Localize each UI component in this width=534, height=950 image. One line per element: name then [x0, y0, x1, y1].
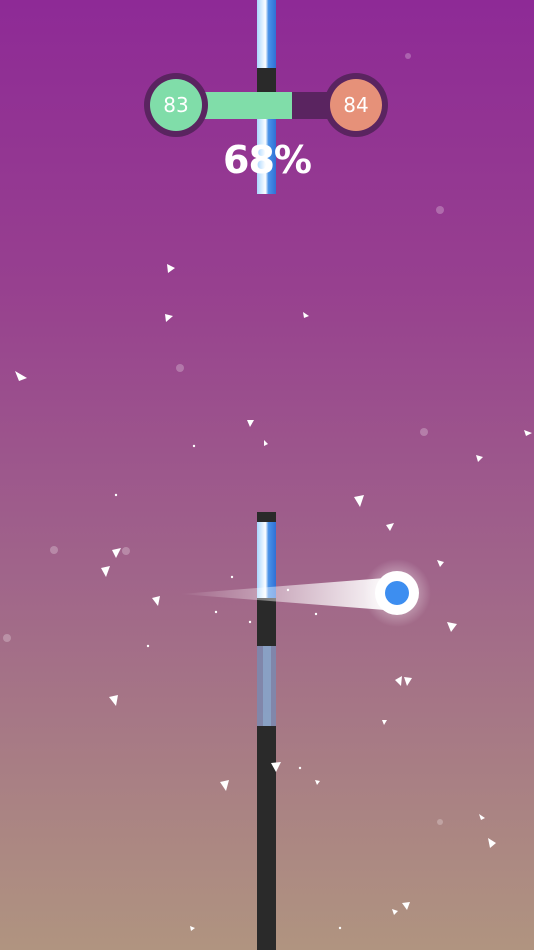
triangle-shard-icon — [395, 676, 402, 686]
next-level-badge: 84 — [324, 73, 388, 137]
next-level-number: 84 — [330, 79, 382, 131]
triangle-shard-icon — [315, 780, 320, 785]
ball-icon — [363, 559, 431, 627]
triangle-shard-icon — [476, 455, 483, 462]
triangle-shard-icon — [220, 780, 229, 791]
triangle-shard-icon — [101, 566, 110, 577]
triangle-shard-icon — [167, 264, 175, 273]
triangle-shard-icon — [264, 440, 268, 446]
triangle-shard-icon — [354, 495, 364, 507]
triangle-shard-icon — [303, 312, 309, 318]
triangle-shard-icon — [112, 548, 121, 558]
triangle-shard-icon — [165, 314, 173, 322]
triangle-shard-icon — [479, 814, 485, 820]
triangle-shard-icon — [382, 720, 387, 725]
current-level-number: 83 — [150, 79, 202, 131]
triangle-shard-icon — [392, 909, 398, 915]
triangle-shard-icon — [109, 695, 118, 706]
triangle-shard-icon — [190, 926, 195, 931]
current-level-badge: 83 — [144, 73, 208, 137]
triangle-shard-icon — [247, 420, 254, 427]
triangle-shard-icon — [447, 622, 457, 632]
triangle-shard-icon — [404, 677, 412, 686]
bottom-pillar — [257, 512, 276, 950]
progress-percent: 68% — [223, 138, 312, 182]
triangle-shard-icon — [402, 902, 410, 910]
ball-trail — [180, 578, 385, 610]
triangle-shard-icon — [488, 838, 496, 848]
level-progress-bar — [190, 92, 340, 119]
level-progress-hud: 83 84 68% — [0, 0, 534, 200]
triangle-shard-icon — [524, 430, 532, 436]
triangle-shard-icon — [437, 560, 444, 567]
triangle-shard-icon — [386, 523, 394, 531]
triangle-shard-icon — [152, 596, 160, 606]
triangle-shard-icon — [15, 371, 27, 381]
